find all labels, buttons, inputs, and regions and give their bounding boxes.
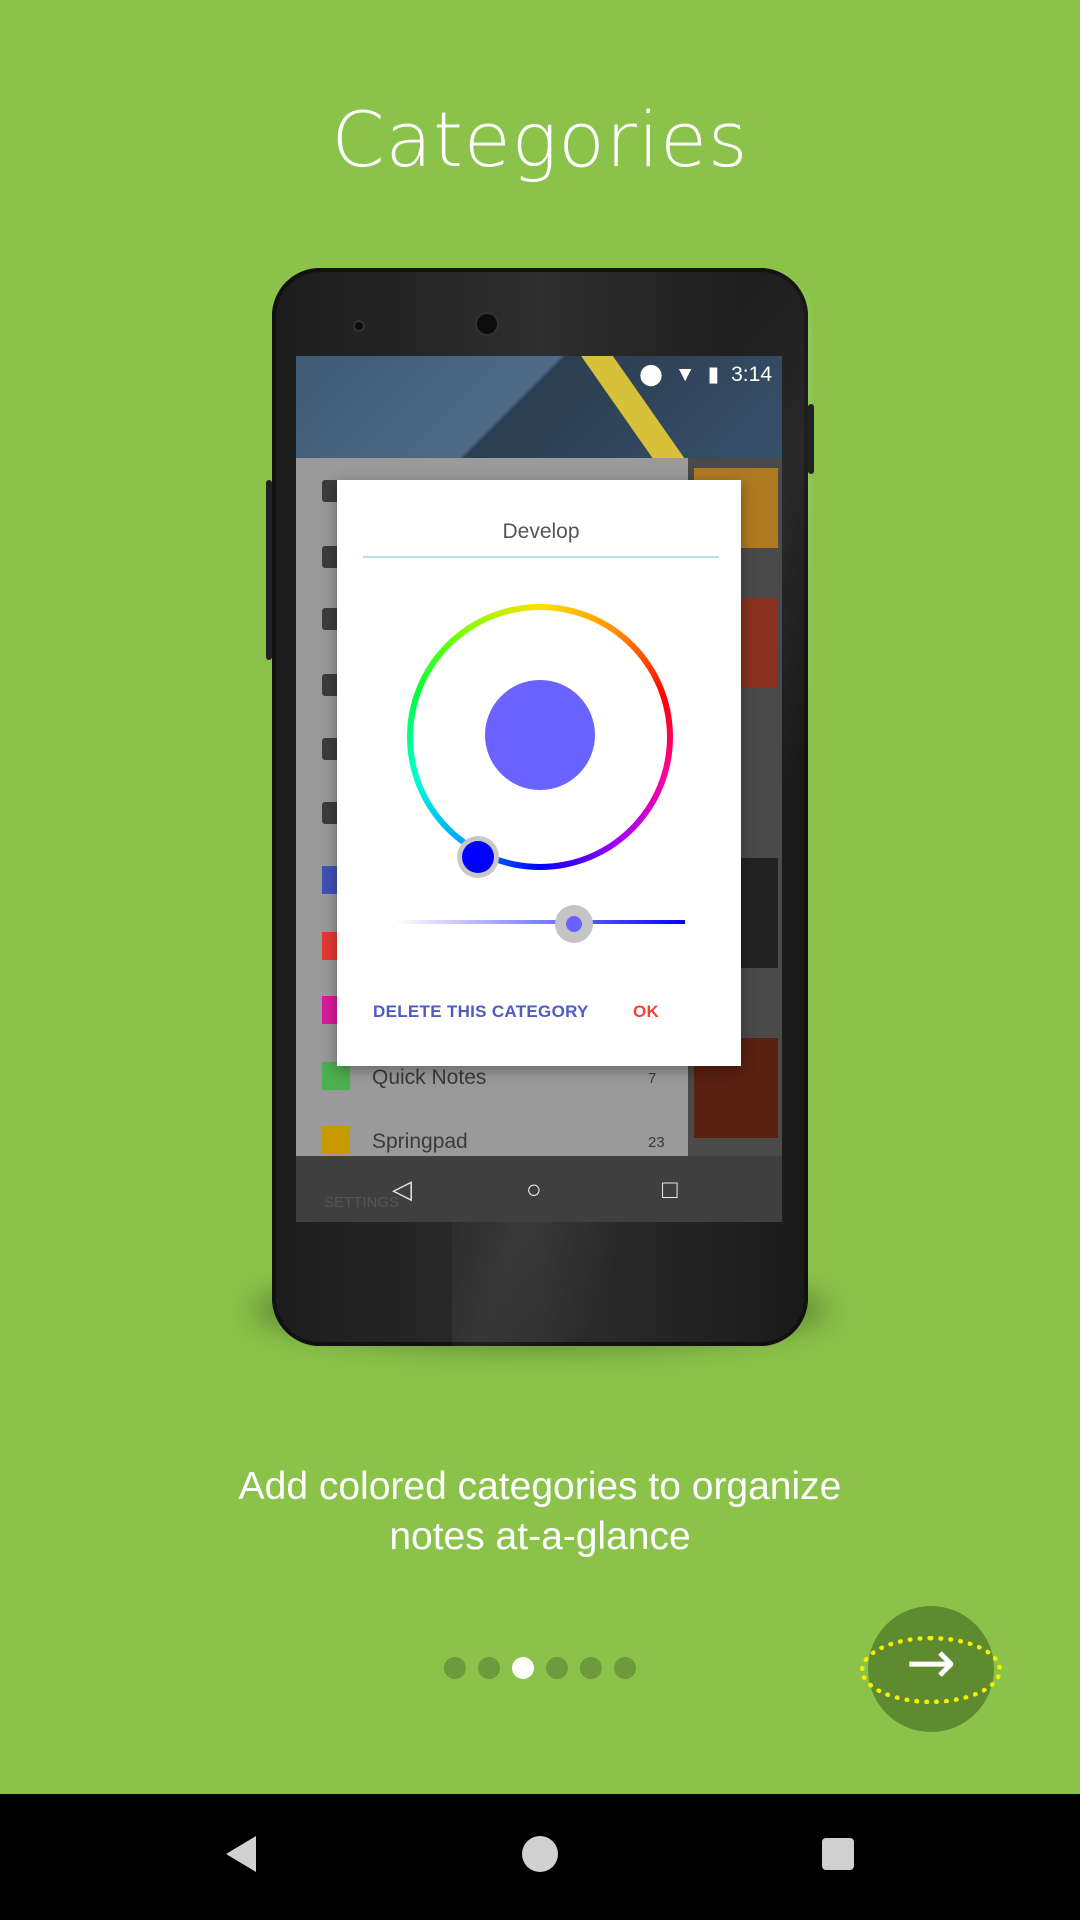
location-icon: ⬤ — [639, 363, 663, 386]
category-springpad: Springpad — [372, 1130, 468, 1153]
color-wheel-handle — [457, 836, 499, 878]
description-line-1: Add colored categories to organize — [238, 1465, 842, 1508]
page-description: Add colored categories to organize notes… — [130, 1462, 950, 1562]
back-icon[interactable] — [226, 1836, 256, 1872]
settings-label: SETTINGS — [324, 1194, 400, 1211]
volume-button — [266, 480, 272, 660]
color-preview — [485, 680, 595, 790]
next-button[interactable]: → — [860, 1606, 1002, 1732]
battery-icon: ▮ — [707, 363, 720, 386]
delete-category-button: DELETE THIS CATEGORY — [373, 1002, 589, 1021]
arrow-right-icon: → — [905, 1628, 957, 1698]
saturation-slider — [395, 920, 685, 924]
page-dot[interactable] — [444, 1657, 466, 1679]
page-dot[interactable] — [580, 1657, 602, 1679]
power-button — [808, 404, 814, 474]
screen-header: ⬤ ▼ ▮ 3:14 — [296, 356, 782, 506]
home-icon[interactable] — [522, 1836, 558, 1872]
page-dot[interactable] — [546, 1657, 568, 1679]
category-color-quick-notes — [322, 1062, 350, 1090]
category-springpad-count: 23 — [648, 1134, 665, 1151]
description-line-2: notes at-a-glance — [389, 1515, 691, 1558]
status-time: 3:14 — [731, 362, 772, 386]
phone-recent-icon: □ — [662, 1174, 678, 1204]
recents-icon[interactable] — [822, 1838, 854, 1870]
saturation-slider-handle — [555, 905, 593, 943]
wifi-icon: ▼ — [674, 362, 696, 386]
page-dot[interactable] — [614, 1657, 636, 1679]
category-quick-notes-count: 7 — [648, 1070, 657, 1087]
category-color-springpad — [322, 1126, 350, 1154]
category-quick-notes: Quick Notes — [372, 1066, 487, 1089]
ok-button: OK — [633, 1002, 660, 1021]
page-dot-active[interactable] — [512, 1657, 534, 1679]
system-navigation-bar — [0, 1794, 1080, 1920]
page-dot[interactable] — [478, 1657, 500, 1679]
sensor-dot — [355, 322, 363, 330]
status-bar: ⬤ ▼ ▮ 3:14 — [639, 362, 772, 387]
front-camera — [477, 314, 497, 334]
page-title: Categories — [331, 95, 749, 184]
dialog-title: Develop — [502, 520, 580, 543]
category-color-dialog: Develop DELETE THIS CATEGORY OK — [337, 480, 741, 1066]
phone-nav-bar: ◁ ○ □ — [296, 1156, 782, 1222]
phone-home-icon: ○ — [526, 1174, 542, 1204]
